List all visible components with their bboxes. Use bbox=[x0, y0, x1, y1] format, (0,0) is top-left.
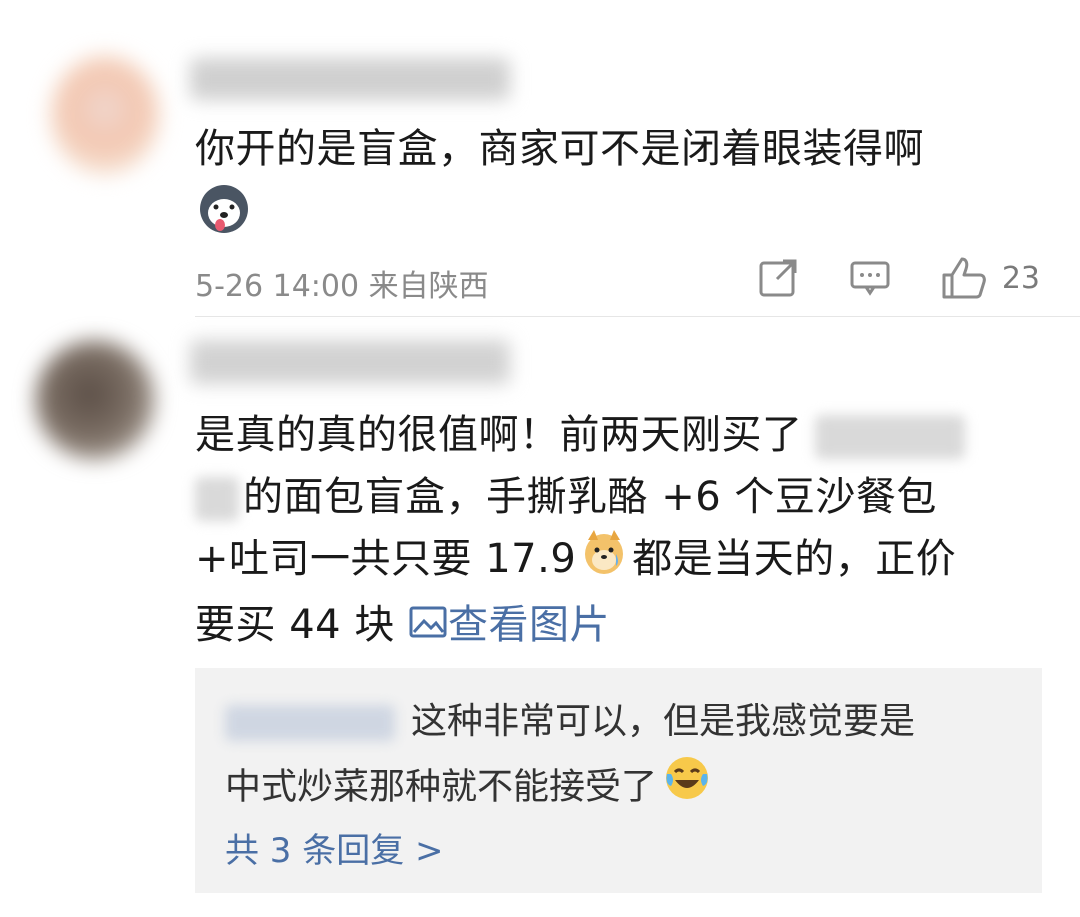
laugh-cry-emoji bbox=[663, 754, 711, 823]
comment-text: 是真的真的很值啊！前两天刚买了 的面包盲盒，手撕乳酪 +6 个豆沙餐包 +吐司一… bbox=[195, 404, 1035, 658]
redacted-text bbox=[195, 477, 239, 521]
reply-line: 这种非常可以，但是我感觉要是 bbox=[411, 701, 916, 742]
redacted-username bbox=[225, 705, 395, 741]
like-count: 23 bbox=[1001, 261, 1040, 296]
comment-icon[interactable] bbox=[848, 255, 892, 303]
comment-line: 都是当天的，正价 bbox=[632, 536, 957, 582]
comment-text: 你开的是盲盒，商家可不是闭着眼装得啊 bbox=[195, 126, 924, 172]
comment-meta: 5-26 14:00 来自陕西 23 bbox=[195, 255, 1040, 305]
doge-emoji bbox=[582, 528, 626, 594]
like-icon[interactable] bbox=[940, 255, 988, 305]
share-icon[interactable] bbox=[757, 255, 801, 303]
image-icon bbox=[408, 596, 448, 658]
comment-line: +吐司一共只要 17.9 bbox=[195, 536, 577, 582]
avatar[interactable] bbox=[50, 55, 160, 175]
comment-line: 要买 44 块 bbox=[195, 602, 395, 648]
timestamp: 5-26 14:00 来自陕西 bbox=[195, 269, 489, 304]
redacted-text bbox=[814, 415, 965, 459]
username-redacted[interactable] bbox=[190, 58, 510, 100]
reply-text: 这种非常可以，但是我感觉要是 中式炒菜那种就不能接受了 bbox=[225, 690, 1025, 823]
avatar[interactable] bbox=[35, 340, 155, 460]
more-replies-link[interactable]: 共 3 条回复 > bbox=[225, 823, 444, 872]
username-redacted[interactable] bbox=[190, 340, 510, 384]
comment-line: 是真的真的很值啊！前两天刚买了 bbox=[195, 412, 803, 458]
view-image-link[interactable]: 查看图片 bbox=[408, 602, 610, 648]
reply-preview[interactable]: 这种非常可以，但是我感觉要是 中式炒菜那种就不能接受了 共 3 条回复 > bbox=[195, 668, 1042, 893]
comment-line: 的面包盲盒，手撕乳酪 +6 个豆沙餐包 bbox=[243, 474, 937, 520]
husky-dog-emoji bbox=[198, 183, 250, 235]
divider bbox=[195, 316, 1080, 317]
reply-line: 中式炒菜那种就不能接受了 bbox=[225, 766, 658, 808]
